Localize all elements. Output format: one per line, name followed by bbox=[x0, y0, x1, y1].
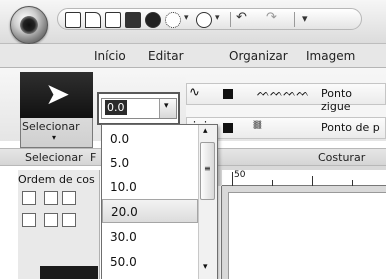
application-logo-icon bbox=[20, 16, 38, 34]
dropdown-option[interactable]: 10.0 bbox=[102, 175, 198, 199]
width-combo-value[interactable]: 0.0 bbox=[105, 100, 127, 115]
arrow-cursor-icon: ➤ bbox=[45, 77, 71, 112]
group-label-second: F bbox=[90, 151, 97, 164]
ruler-tick-label: 50 bbox=[234, 170, 246, 180]
undo-icon[interactable]: ↶ bbox=[236, 10, 247, 25]
fit-icon[interactable] bbox=[22, 191, 36, 205]
ruler-tick bbox=[272, 180, 273, 186]
ruler-tick bbox=[232, 172, 233, 186]
tab-imagem[interactable]: Imagem bbox=[306, 49, 355, 63]
scrollbar-thumb[interactable]: ≡ bbox=[200, 142, 215, 200]
dropdown-option[interactable]: 5.0 bbox=[102, 151, 198, 175]
color-swatch bbox=[223, 89, 233, 99]
redo-icon[interactable]: ↷ bbox=[266, 10, 277, 25]
line-row-zigzag[interactable]: ∿ ᨓᨓᨓᨓ Ponto zigue bbox=[186, 83, 386, 113]
design-page[interactable] bbox=[228, 192, 386, 279]
chevron-down-icon[interactable]: ▾ bbox=[184, 13, 189, 23]
horizontal-ruler: 50 bbox=[222, 170, 386, 186]
dropdown-option-highlighted[interactable]: 20.0 bbox=[102, 199, 198, 223]
zigzag-icon: ᨓᨓᨓᨓ bbox=[257, 86, 310, 99]
group-label-select: Selecionar bbox=[25, 151, 83, 164]
stitch-icon: ⦚⦚⦚⦚⦚⦚ bbox=[253, 119, 262, 132]
color-swatch bbox=[223, 123, 233, 133]
move-icon[interactable] bbox=[44, 191, 58, 205]
ruler-tick bbox=[352, 180, 353, 186]
thumbnail bbox=[40, 266, 98, 279]
tab-organizar[interactable]: Organizar bbox=[229, 49, 288, 63]
divider bbox=[230, 12, 231, 27]
move-icon[interactable] bbox=[62, 191, 76, 205]
preview-icon[interactable] bbox=[65, 12, 81, 28]
new-file-icon[interactable] bbox=[85, 12, 101, 28]
group-label-sew: Costurar bbox=[318, 151, 366, 164]
chevron-down-icon: ▾ bbox=[164, 101, 169, 111]
open-folder-icon[interactable] bbox=[105, 12, 121, 28]
quick-access-toolbar: ▾ ▾ ↶ ↷ ▾ bbox=[57, 8, 362, 30]
circle-tool-icon[interactable] bbox=[196, 12, 212, 28]
customize-toolbar-icon[interactable]: ▾ bbox=[302, 12, 308, 25]
divider bbox=[294, 12, 295, 27]
line-row-label: Ponto de p bbox=[321, 121, 380, 134]
dropdown-option[interactable]: 30.0 bbox=[102, 225, 198, 249]
select-button-label: Selecionar bbox=[22, 120, 80, 133]
group-icon[interactable] bbox=[62, 213, 76, 227]
group-icon[interactable] bbox=[44, 213, 58, 227]
record-icon[interactable] bbox=[145, 12, 161, 28]
save-icon[interactable] bbox=[125, 12, 141, 28]
application-menu-button[interactable] bbox=[10, 6, 48, 44]
dropdown-option[interactable]: 0.0 bbox=[102, 127, 198, 151]
scroll-up-icon[interactable]: ▴ bbox=[203, 126, 208, 136]
curve-icon: ∿ bbox=[189, 85, 200, 100]
tab-inicio[interactable]: Início bbox=[94, 49, 126, 63]
combo-dropdown-button[interactable]: ▾ bbox=[159, 99, 176, 118]
ruler-tick bbox=[312, 176, 313, 186]
grip-icon: ≡ bbox=[204, 164, 211, 173]
line-row-label: Ponto zigue bbox=[321, 87, 352, 113]
settings-icon[interactable] bbox=[165, 12, 181, 28]
order-icon[interactable] bbox=[22, 213, 36, 227]
chevron-down-icon: ▾ bbox=[52, 133, 57, 142]
chevron-down-icon[interactable]: ▾ bbox=[215, 13, 220, 23]
tab-editar[interactable]: Editar bbox=[148, 49, 184, 63]
dropdown-option[interactable]: 50.0 bbox=[102, 250, 198, 274]
pane-title: Ordem de cos bbox=[18, 173, 95, 186]
scroll-down-icon[interactable]: ▾ bbox=[203, 262, 208, 272]
